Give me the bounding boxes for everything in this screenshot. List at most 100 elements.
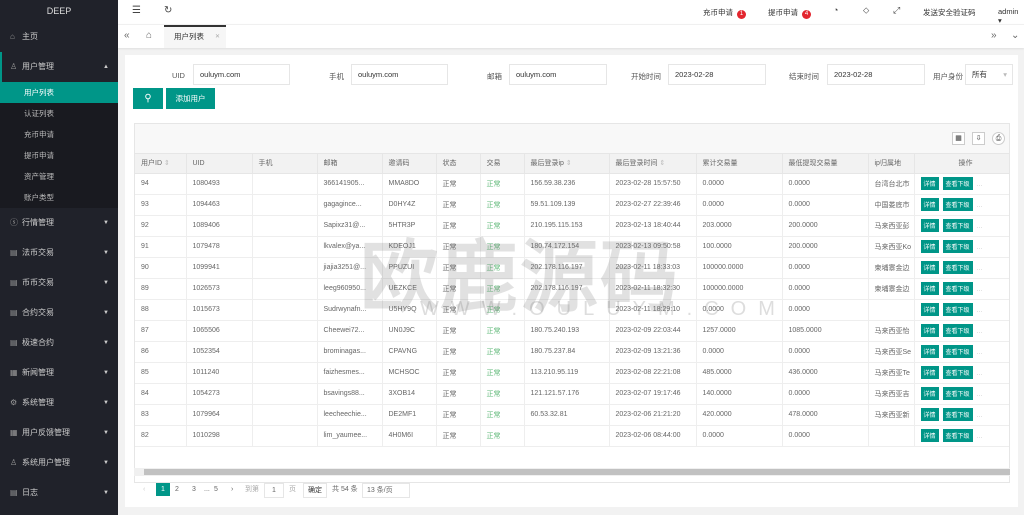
view-subordinates-button[interactable]: 查看下级 xyxy=(942,177,973,190)
more-icon[interactable]: ... xyxy=(977,286,983,293)
export-icon[interactable]: ⇩ xyxy=(972,132,985,145)
view-subordinates-button[interactable]: 查看下级 xyxy=(942,282,973,295)
scroll-left-icon[interactable]: « xyxy=(124,30,130,41)
more-icon[interactable]: ... xyxy=(977,328,983,335)
sidebar-group[interactable]: ⓢ 行情管理 ▼ xyxy=(0,208,118,238)
sidebar-subitem[interactable]: 提币申请 xyxy=(0,145,118,166)
role-select[interactable]: 所有 ▾ xyxy=(965,64,1013,85)
end-date-input[interactable]: 2023-02-28 xyxy=(827,64,925,85)
sidebar-subitem[interactable]: 用户列表 xyxy=(0,82,118,103)
sidebar-subitem[interactable]: 认证列表 xyxy=(0,103,118,124)
detail-button[interactable]: 详情 xyxy=(920,387,939,400)
sidebar-subitem[interactable]: 资产管理 xyxy=(0,166,118,187)
menu-toggle-icon[interactable]: ☰ xyxy=(132,5,141,16)
view-subordinates-button[interactable]: 查看下级 xyxy=(942,366,973,379)
print-icon[interactable]: ⎙ xyxy=(992,132,1005,145)
view-subordinates-button[interactable]: 查看下级 xyxy=(942,219,973,232)
page-2[interactable]: 2 xyxy=(175,483,179,496)
detail-button[interactable]: 详情 xyxy=(920,177,939,190)
more-icon[interactable]: ... xyxy=(977,202,983,209)
detail-button[interactable]: 详情 xyxy=(920,219,939,232)
sidebar-group[interactable]: ▤ 法币交易 ▼ xyxy=(0,238,118,268)
sidebar-item-home[interactable]: ⌂ 主页 xyxy=(0,22,118,52)
user-menu[interactable]: admin ▾ xyxy=(998,7,1024,25)
sort-icon[interactable]: ⇕ xyxy=(658,160,665,167)
sort-icon[interactable]: ⇕ xyxy=(564,160,572,167)
uid-input[interactable]: ouluym.com xyxy=(193,64,290,85)
detail-button[interactable]: 详情 xyxy=(920,366,939,379)
deposit-requests-link[interactable]: 充币申请 1 xyxy=(703,7,746,19)
more-icon[interactable]: ... xyxy=(977,307,983,314)
detail-button[interactable]: 详情 xyxy=(920,408,939,421)
more-icon[interactable]: ... xyxy=(977,223,983,230)
column-header[interactable]: 最后登录时间 ⇕ xyxy=(609,154,697,174)
sidebar-group[interactable]: ⚙ 系统管理 ▼ xyxy=(0,388,118,418)
view-subordinates-button[interactable]: 查看下级 xyxy=(942,387,973,400)
detail-button[interactable]: 详情 xyxy=(920,198,939,211)
tab-user-list[interactable]: 用户列表 ✕ xyxy=(164,25,226,48)
fullscreen-icon[interactable]: ⤢ xyxy=(893,5,900,16)
page-3[interactable]: 3 xyxy=(192,483,196,496)
sidebar-group[interactable]: ▤ 日志 ▼ xyxy=(0,478,118,508)
more-icon[interactable]: ... xyxy=(977,265,983,272)
view-subordinates-button[interactable]: 查看下级 xyxy=(942,345,973,358)
sidebar-group[interactable]: ▦ 用户反馈管理 ▼ xyxy=(0,418,118,448)
detail-button[interactable]: 详情 xyxy=(920,345,939,358)
more-icon[interactable]: ... xyxy=(977,433,983,440)
more-icon[interactable]: ... xyxy=(977,349,983,356)
scrollbar-thumb[interactable] xyxy=(144,469,1010,475)
view-subordinates-button[interactable]: 查看下级 xyxy=(942,303,973,316)
view-subordinates-button[interactable]: 查看下级 xyxy=(942,429,973,442)
page-5[interactable]: 5 xyxy=(214,483,218,496)
add-user-button[interactable]: 添加用户 xyxy=(166,88,215,109)
goto-page-input[interactable]: 1 xyxy=(264,483,284,498)
detail-button[interactable]: 详情 xyxy=(920,261,939,274)
chevron-down-icon[interactable]: ⌄ xyxy=(1011,30,1019,41)
detail-button[interactable]: 详情 xyxy=(920,303,939,316)
detail-button[interactable]: 详情 xyxy=(920,429,939,442)
theme-icon[interactable]: ◔ xyxy=(833,5,838,15)
sidebar-group[interactable]: ▤ 币币交易 ▼ xyxy=(0,268,118,298)
email-input[interactable]: ouluym.com xyxy=(509,64,607,85)
phone-input[interactable]: ouluym.com xyxy=(351,64,448,85)
more-icon[interactable]: ... xyxy=(977,370,983,377)
sidebar-group[interactable]: ♙ 系统用户管理 ▼ xyxy=(0,448,118,478)
tag-icon[interactable]: ⬦ xyxy=(863,5,869,16)
sidebar-subitem[interactable]: 账户类型 xyxy=(0,187,118,208)
send-code-link[interactable]: 发送安全验证码 xyxy=(923,7,976,18)
view-subordinates-button[interactable]: 查看下级 xyxy=(942,240,973,253)
view-subordinates-button[interactable]: 查看下级 xyxy=(942,324,973,337)
more-icon[interactable]: ... xyxy=(977,391,983,398)
view-subordinates-button[interactable]: 查看下级 xyxy=(942,198,973,211)
withdraw-requests-link[interactable]: 提币申请 4 xyxy=(768,7,811,19)
detail-button[interactable]: 详情 xyxy=(920,282,939,295)
view-subordinates-button[interactable]: 查看下级 xyxy=(942,408,973,421)
sort-icon[interactable]: ⇕ xyxy=(162,160,170,167)
sidebar-group[interactable]: ▤ 极速合约 ▼ xyxy=(0,328,118,358)
more-icon[interactable]: ... xyxy=(977,244,983,251)
column-header[interactable]: 用户ID ⇕ xyxy=(135,154,187,174)
per-page-select[interactable]: 13 条/页 xyxy=(362,483,410,498)
prev-page-button[interactable]: ‹ xyxy=(143,483,145,496)
home-icon[interactable]: ⌂ xyxy=(146,30,152,41)
horizontal-scrollbar[interactable] xyxy=(134,468,1010,476)
more-icon[interactable]: ... xyxy=(977,412,983,419)
sidebar-group[interactable]: ▦ 新闻管理 ▼ xyxy=(0,358,118,388)
view-subordinates-button[interactable]: 查看下级 xyxy=(942,261,973,274)
detail-button[interactable]: 详情 xyxy=(920,324,939,337)
refresh-icon[interactable]: ↻ xyxy=(164,5,172,16)
close-icon[interactable]: ✕ xyxy=(215,27,220,47)
sidebar-subitem[interactable]: 充币申请 xyxy=(0,124,118,145)
columns-icon[interactable]: ▦ xyxy=(952,132,965,145)
search-button[interactable]: ⚲ xyxy=(133,88,163,109)
column-header[interactable]: 最后登录ip ⇕ xyxy=(524,154,610,174)
start-date-input[interactable]: 2023-02-28 xyxy=(668,64,766,85)
detail-button[interactable]: 详情 xyxy=(920,240,939,253)
more-icon[interactable]: ... xyxy=(977,181,983,188)
page-1[interactable]: 1 xyxy=(156,483,170,496)
next-page-button[interactable]: › xyxy=(231,483,233,496)
sidebar-group[interactable]: ▤ 合约交易 ▼ xyxy=(0,298,118,328)
scroll-right-icon[interactable]: » xyxy=(991,30,997,41)
sidebar-item-user-mgmt[interactable]: ♙ 用户管理 ▲ xyxy=(0,52,118,82)
confirm-button[interactable]: 确定 xyxy=(303,483,327,498)
